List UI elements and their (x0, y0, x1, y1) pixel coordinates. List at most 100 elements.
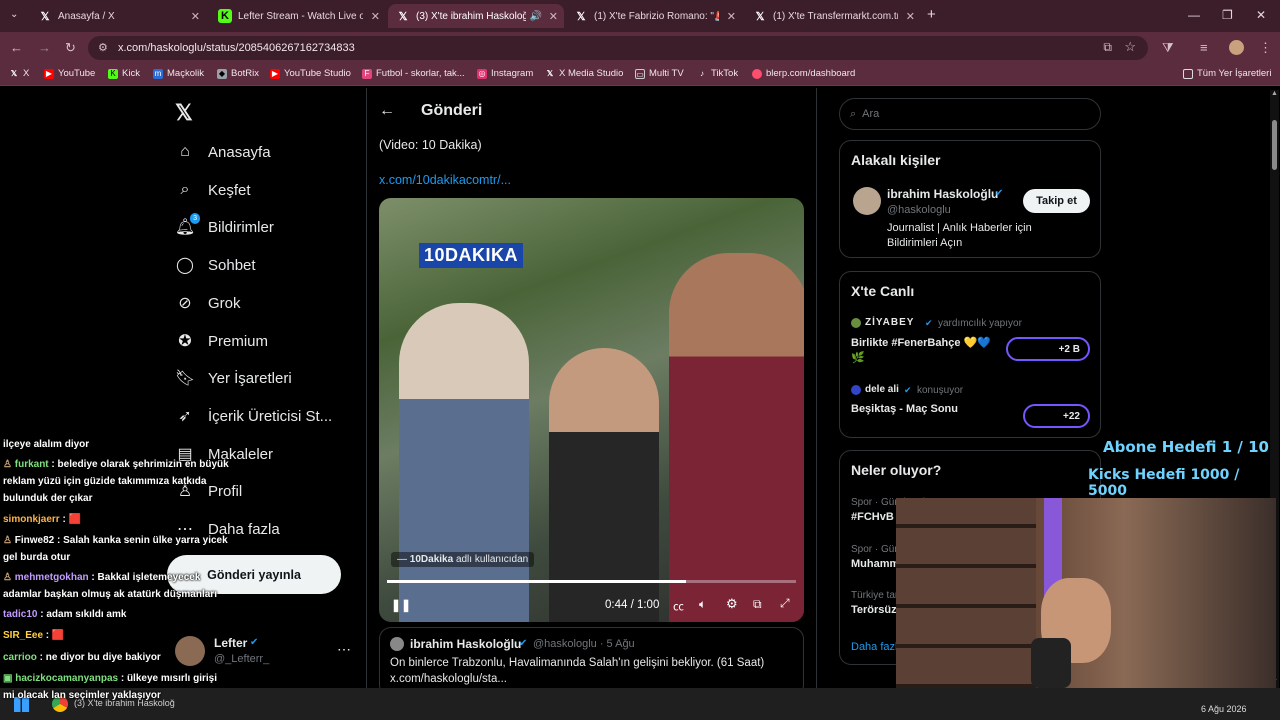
page-title: Gönderi (421, 102, 483, 119)
tab-2[interactable]: K Lefter Stream - Watch Live on Kick ✕ (210, 4, 386, 28)
account-switcher[interactable]: Lefter ✔ @_Lefterr_ ⋯ (175, 635, 355, 669)
tab-search-icon[interactable]: ⌄ (10, 9, 18, 20)
post-link[interactable]: x.com/10dakikacomtr/... (379, 173, 511, 187)
notification-badge: 3 (190, 213, 200, 224)
back-arrow-icon[interactable]: ← (379, 102, 395, 120)
minimize-icon[interactable]: — (1188, 8, 1200, 22)
address-bar[interactable]: ⚙ x.com/haskologlu/status/20854062671627… (88, 36, 1148, 60)
bookmark-youtube-studio[interactable]: ▶ YouTube Studio (270, 68, 351, 79)
verified-icon: ✪ (178, 333, 192, 350)
chat-line: reklam yüzü için güzide takımımıza katkı… (3, 476, 207, 487)
restore-icon[interactable]: ❐ (1222, 8, 1233, 22)
space-title[interactable]: Beşiktaş - Maç Sonu (851, 403, 958, 415)
nav-premium[interactable]: ✪ Premium (176, 332, 268, 351)
search-icon: ⌕ (850, 107, 857, 120)
webcam-overlay (896, 498, 1276, 688)
tab-5[interactable]: 𝕏 (1) X'te Transfermarkt.com.tr: "... ✕ (745, 4, 921, 28)
media-control-icon[interactable]: ≡ (1200, 40, 1208, 55)
all-bookmarks[interactable]: Tüm Yer İşaretleri (1183, 68, 1271, 79)
quoted-post[interactable]: ibrahim Haskoloğlu ✔ @haskologlu · 5 Ağu… (379, 627, 804, 697)
more-icon[interactable]: ⋯ (337, 641, 351, 658)
quoted-link[interactable]: x.com/haskologlu/sta... (390, 673, 507, 685)
profile-avatar[interactable] (1229, 40, 1244, 55)
tab-1[interactable]: 𝕏 Anasayfa / X ✕ (30, 4, 206, 28)
bookmark-botrix[interactable]: ◆ BotRix (217, 68, 259, 79)
close-icon[interactable]: ✕ (549, 10, 558, 23)
nav-creator-studio[interactable]: ➶ İçerik Üreticisi St... (176, 407, 332, 426)
nav-grok[interactable]: ⊘ Grok (176, 294, 240, 313)
settings-icon[interactable]: ⚙ (726, 596, 738, 612)
listener-pill[interactable]: +2 B (1006, 337, 1090, 361)
follow-button[interactable]: Takip et (1023, 189, 1090, 213)
chat-line: ♙ Finwe82 : Salah kanka senin ülke yarra… (3, 535, 228, 546)
panel-title: X'te Canlı (851, 283, 915, 299)
bookmark-tiktok[interactable]: ♪ TikTok (697, 68, 738, 79)
flashscore-icon: F (362, 68, 372, 79)
tab-4[interactable]: 𝕏 (1) X'te Fabrizio Romano: "🚨 He... ✕ (566, 4, 742, 28)
related-people-panel: Alakalı kişiler ibrahim Haskoloğlu ✔ @ha… (839, 140, 1101, 258)
x-logo-icon: 𝕏 (40, 10, 50, 23)
window-close-icon[interactable]: ✕ (1256, 8, 1266, 22)
bookmark-blerp[interactable]: blerp.com/dashboard (752, 68, 855, 79)
taskbar: (3) X'te ibrahim Haskoloğ 6 Ağu 2026 (0, 688, 1280, 720)
volume-icon[interactable]: 🔈︎ (699, 597, 706, 612)
reload-icon[interactable]: ↻ (65, 40, 76, 56)
close-icon[interactable]: ✕ (727, 10, 736, 23)
nav-bookmarks[interactable]: 🔖︎ Yer İşaretleri (174, 369, 292, 388)
host-name: dele ali (865, 384, 899, 395)
bookmark-mackolik[interactable]: m Maçkolik (153, 68, 204, 79)
search-box[interactable]: ⌕ Ara (839, 98, 1101, 130)
pip-icon[interactable]: ⧉ (753, 597, 762, 612)
fullscreen-icon[interactable]: ⤢ (780, 596, 790, 611)
new-tab-icon[interactable]: + (927, 6, 936, 23)
close-icon[interactable]: ✕ (371, 10, 380, 23)
bookmark-futbol[interactable]: F Futbol - skorlar, tak... (362, 68, 465, 79)
forward-icon[interactable]: → (38, 40, 51, 55)
chat-line: tadic10 : adam sıkıldı amk (3, 609, 127, 620)
scrollbar-thumb[interactable] (1272, 120, 1277, 170)
close-icon[interactable]: ✕ (906, 10, 915, 23)
nav-home[interactable]: ⌂ Anasayfa (176, 143, 270, 161)
chat-badge-icon: ♙ (3, 572, 15, 583)
home-icon: ⌂ (180, 143, 190, 160)
tab-title: (1) X'te Fabrizio Romano: "🚨 He... (594, 10, 719, 22)
trend-name[interactable]: Terörsüz (851, 604, 897, 616)
nav-explore[interactable]: ⌕ Keşfet (176, 181, 251, 199)
video-watermark: 10DAKIKA (419, 243, 524, 268)
back-icon[interactable]: ← (10, 40, 23, 55)
browser-tab-strip: ⌄ 𝕏 Anasayfa / X ✕ K Lefter Stream - Wat… (0, 0, 1280, 32)
listener-pill[interactable]: +22 (1023, 404, 1090, 428)
speaker-icon[interactable]: 🔊 (530, 11, 542, 22)
x-logo-icon[interactable]: 𝕏 (175, 100, 193, 126)
bookmark-youtube[interactable]: ▶ YouTube (44, 68, 95, 79)
captions-icon[interactable]: ㏄ (673, 598, 684, 614)
chat-badge-icon: ♙ (3, 459, 15, 470)
bookmark-instagram[interactable]: ◎ Instagram (477, 68, 533, 79)
person-name[interactable]: ibrahim Haskoloğlu (887, 187, 998, 201)
tiktok-icon: ♪ (700, 68, 704, 78)
browser-toolbar: ← → ↻ ⚙ x.com/haskologlu/status/20854062… (0, 32, 1280, 64)
nav-notifications[interactable]: 🔔︎ 3 Bildirimler (175, 213, 274, 236)
bookmark-multi-tv[interactable]: ▭ Multi TV (635, 68, 684, 79)
site-info-icon[interactable]: ⚙ (98, 41, 108, 54)
bookmark-icon: 🔖︎ (174, 370, 196, 387)
host-avatar (851, 385, 861, 395)
install-app-icon[interactable]: ⧉ (1103, 40, 1112, 55)
bookmark-kick[interactable]: K Kick (108, 68, 140, 79)
bookmark-x[interactable]: 𝕏X (9, 68, 30, 79)
extensions-icon[interactable]: ⧩ (1162, 40, 1174, 56)
youtube-icon: ▶ (44, 68, 54, 79)
scrollbar-up-icon[interactable]: ▲ (1271, 90, 1278, 97)
video-progress-track[interactable] (387, 580, 796, 583)
tab-3-active[interactable]: 𝕏 (3) X'te ibrahim Haskoloğlu 🔊 ✕ (388, 4, 564, 28)
close-icon[interactable]: ✕ (191, 10, 200, 23)
pause-icon[interactable]: ❚❚ (391, 598, 411, 612)
bookmark-star-icon[interactable]: ☆ (1124, 39, 1136, 55)
menu-icon[interactable]: ⋮ (1259, 40, 1272, 56)
trend-name[interactable]: #FCHvB (851, 511, 894, 523)
nav-chat[interactable]: ◯ Sohbet (176, 256, 256, 275)
bookmark-x-media-studio[interactable]: 𝕏X Media Studio (545, 68, 624, 79)
video-progress-fill (387, 580, 686, 583)
space-title[interactable]: Birlikte #FenerBahçe 💛💙🌿 (851, 336, 991, 366)
video-player[interactable]: 10DAKIKA — 10Dakika adlı kullanıcıdan ❚❚… (379, 198, 804, 622)
